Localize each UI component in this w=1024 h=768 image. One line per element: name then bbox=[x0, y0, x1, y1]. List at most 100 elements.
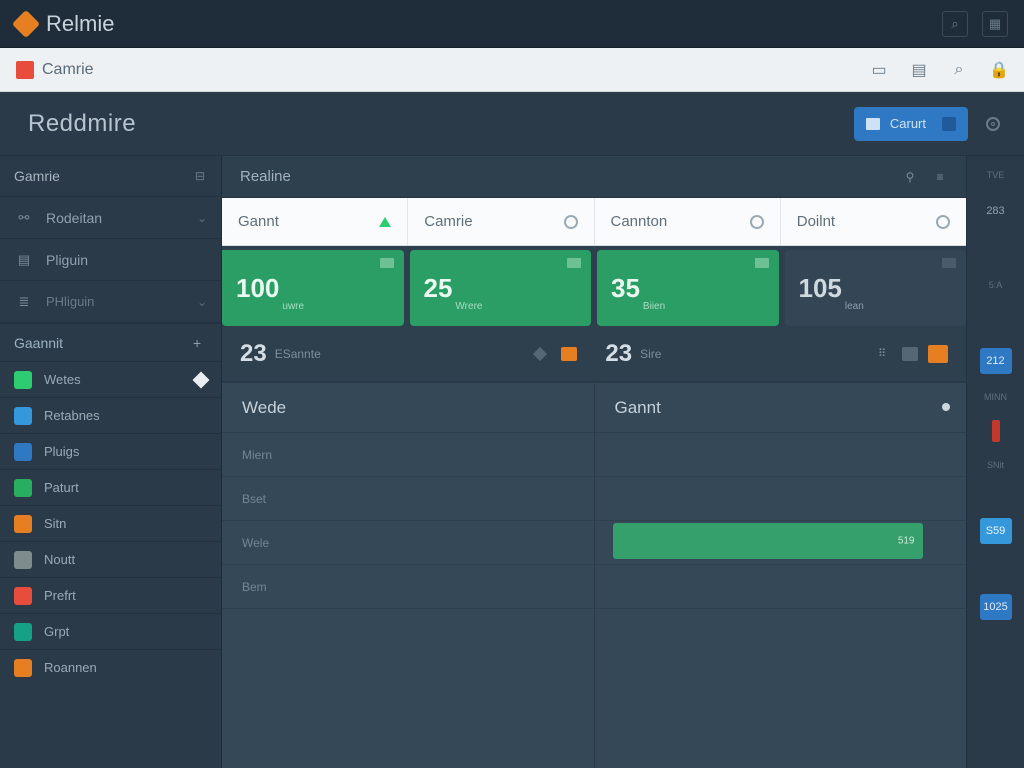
chevron-down-icon: ⌄ bbox=[197, 295, 207, 309]
square-icon bbox=[14, 479, 32, 497]
list-icon[interactable] bbox=[902, 347, 918, 361]
sidebar-section2-label: Gaannit bbox=[14, 335, 63, 351]
gantt-bar-1[interactable]: 519 bbox=[613, 523, 923, 559]
tab-label: Camrie bbox=[42, 61, 94, 79]
stat-value: 35 bbox=[611, 273, 640, 304]
top-bar: Relmie ⌕ ▦ bbox=[0, 0, 1024, 48]
tabs-row: Gannt Camrie Cannton Doilnt bbox=[222, 198, 966, 246]
stat-card-3[interactable]: 35 Biien bbox=[597, 250, 779, 326]
tab-gannt[interactable]: Gannt bbox=[222, 198, 408, 245]
lower-panel: Wede Miern Bset Wele Bem Gannt bbox=[222, 382, 966, 768]
diamond-icon bbox=[193, 371, 210, 388]
lower-left-label: Wede bbox=[242, 398, 286, 418]
dots-icon[interactable]: ⠿ bbox=[878, 347, 892, 361]
main: Realine ⚲ ≡ Gannt Camrie Cannton bbox=[222, 156, 1024, 768]
lower-right-label: Gannt bbox=[615, 398, 661, 418]
sidebar-list-roannen[interactable]: Roannen bbox=[0, 649, 221, 685]
gantt-row-1 bbox=[595, 433, 967, 477]
plus-icon[interactable]: + bbox=[193, 336, 207, 350]
stat-unit: Wrere bbox=[455, 301, 482, 312]
primary-action-button[interactable]: Carurt bbox=[854, 107, 968, 141]
page-icon: ▤ bbox=[14, 252, 34, 268]
sidebar-section1-head[interactable]: Gamrie ⊟ bbox=[0, 156, 221, 196]
stat-value: 105 bbox=[799, 273, 842, 304]
tab-cannton[interactable]: Cannton bbox=[595, 198, 781, 245]
row-label: Miern bbox=[242, 448, 272, 462]
search-icon[interactable]: ⌕ bbox=[942, 11, 968, 37]
card-icon bbox=[567, 258, 581, 268]
tab-bar: Camrie ▭ ▤ ⌕ 🔒 bbox=[0, 48, 1024, 92]
sidebar-item-label: PHliguin bbox=[46, 294, 94, 309]
sidebar-list-pluigs[interactable]: Pluigs bbox=[0, 433, 221, 469]
title-row: Reddmire Carurt bbox=[0, 92, 1024, 156]
brand: Relmie bbox=[16, 11, 114, 37]
sidebar-section1-label: Gamrie bbox=[14, 168, 60, 184]
rail-item-283[interactable]: 283 bbox=[980, 198, 1012, 224]
tab-doilnt[interactable]: Doilnt bbox=[781, 198, 966, 245]
topbar-icons: ⌕ ▦ bbox=[942, 11, 1008, 37]
sidebar-list-prefrt[interactable]: Prefrt bbox=[0, 577, 221, 613]
collapse-icon[interactable]: ⊟ bbox=[193, 169, 207, 183]
gantt-row-2 bbox=[595, 477, 967, 521]
rail-item-snit[interactable]: SNit bbox=[980, 452, 1012, 478]
sidebar-list-retabnes[interactable]: Retabnes bbox=[0, 397, 221, 433]
sidebar-list-sitn[interactable]: Sitn bbox=[0, 505, 221, 541]
gantt-row-4 bbox=[595, 565, 967, 609]
lock-icon[interactable]: 🔒 bbox=[990, 61, 1008, 79]
tab-label: Cannton bbox=[611, 213, 668, 230]
list-item-label: Retabnes bbox=[44, 408, 100, 423]
sidebar-item-label: Rodeitan bbox=[46, 210, 102, 226]
square-icon bbox=[14, 515, 32, 533]
note-icon[interactable]: ▤ bbox=[910, 61, 928, 79]
people-icon[interactable]: ⚲ bbox=[902, 169, 918, 185]
rail-item-last[interactable]: 1025 bbox=[980, 594, 1012, 620]
rail-badge-1[interactable]: 212 bbox=[980, 348, 1012, 374]
card-icon bbox=[942, 258, 956, 268]
square-icon bbox=[14, 371, 32, 389]
sidebar-item-pliguin[interactable]: ▤ Pliguin bbox=[0, 238, 221, 280]
stat-value: 25 bbox=[424, 273, 453, 304]
tab-camrie[interactable]: Camrie bbox=[408, 198, 594, 245]
grid-icon[interactable]: ▦ bbox=[982, 11, 1008, 37]
square-icon bbox=[14, 587, 32, 605]
row-bem[interactable]: Bem bbox=[222, 565, 594, 609]
primary-action-label: Carurt bbox=[890, 116, 926, 131]
tab-active[interactable]: Camrie bbox=[16, 61, 94, 79]
sidebar-list-noutt[interactable]: Noutt bbox=[0, 541, 221, 577]
rail-item-tve[interactable]: TVE bbox=[980, 162, 1012, 188]
search-icon-2[interactable]: ⌕ bbox=[950, 61, 968, 79]
square-icon bbox=[561, 347, 577, 361]
sidebar-item-rodeitan[interactable]: ⚯ Rodeitan ⌄ bbox=[0, 196, 221, 238]
stat-cards: 100 uwre 25 Wrere 35 Biien 105 lean bbox=[222, 246, 966, 326]
row-miern[interactable]: Miern bbox=[222, 433, 594, 477]
rail-badge-2[interactable]: S59 bbox=[980, 518, 1012, 544]
rail-item-minn[interactable]: MINN bbox=[980, 384, 1012, 410]
gear-icon[interactable] bbox=[986, 117, 1000, 131]
square-icon bbox=[14, 551, 32, 569]
triangle-icon bbox=[379, 217, 391, 227]
mid-right-label: Sire bbox=[640, 347, 661, 361]
sidebar-item-phliguin[interactable]: ≣ PHliguin ⌄ bbox=[0, 280, 221, 322]
row-wele[interactable]: Wele bbox=[222, 521, 594, 565]
list-item-label: Paturt bbox=[44, 480, 79, 495]
sidebar-list-wetes[interactable]: Wetes bbox=[0, 361, 221, 397]
mid-left-label: ESannte bbox=[275, 347, 321, 361]
tab-icon bbox=[16, 61, 34, 79]
lower-left-head: Wede bbox=[222, 383, 594, 433]
mid-left-value: 23 bbox=[240, 340, 267, 368]
sidebar-list-grpt[interactable]: Grpt bbox=[0, 613, 221, 649]
brand-label: Relmie bbox=[46, 11, 114, 37]
rail-item-5a[interactable]: 5:A bbox=[980, 272, 1012, 298]
main-section-label: Realine bbox=[240, 168, 291, 185]
card-icon[interactable]: ▭ bbox=[870, 61, 888, 79]
sidebar-list-paturt[interactable]: Paturt bbox=[0, 469, 221, 505]
stat-card-1[interactable]: 100 uwre bbox=[222, 250, 404, 326]
key-icon bbox=[942, 117, 956, 131]
stat-card-4[interactable]: 105 lean bbox=[785, 250, 967, 326]
highlight-icon[interactable] bbox=[928, 345, 948, 363]
sidebar-section2-head[interactable]: Gaannit + bbox=[0, 323, 221, 361]
menu-icon[interactable]: ≡ bbox=[932, 169, 948, 185]
stat-card-2[interactable]: 25 Wrere bbox=[410, 250, 592, 326]
row-bset[interactable]: Bset bbox=[222, 477, 594, 521]
tab-label: Camrie bbox=[424, 213, 472, 230]
